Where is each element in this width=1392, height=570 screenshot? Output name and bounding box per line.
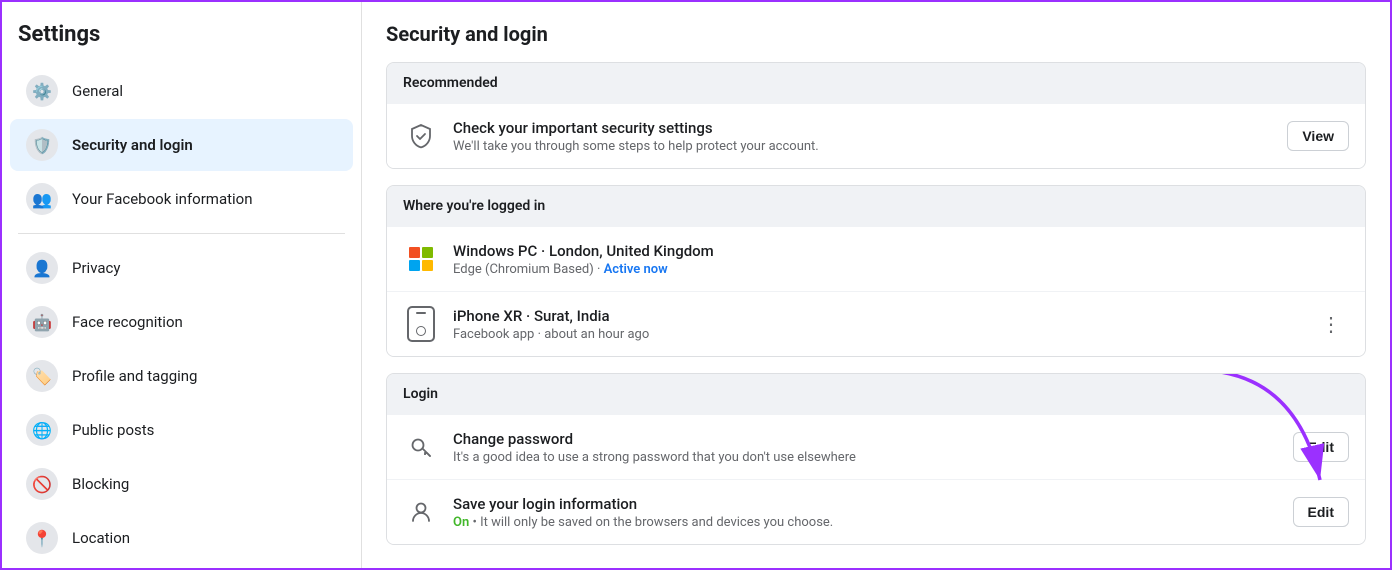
sidebar-item-language-region[interactable]: Aa Language and region [10, 566, 353, 568]
check-security-content: Check your important security settings W… [453, 119, 1273, 154]
change-password-subtitle: It's a good idea to use a strong passwor… [453, 450, 1279, 465]
sidebar-item-general[interactable]: ⚙️ General [10, 65, 353, 117]
sidebar-title: Settings [2, 14, 361, 63]
sidebar-item-label: General [72, 82, 123, 100]
sidebar-item-label: Face recognition [72, 313, 183, 331]
sidebar-item-label: Public posts [72, 421, 154, 439]
sidebar-item-label: Privacy [72, 259, 120, 277]
change-password-title: Change password [453, 430, 1279, 448]
sidebar-divider [18, 233, 345, 234]
windows-pc-subtitle: Edge (Chromium Based) · Active now [453, 262, 1349, 277]
iphone-xr-row: iPhone XR · Surat, India Facebook app · … [387, 291, 1365, 356]
logged-in-section: Where you're logged in Windows PC · Lond… [386, 185, 1366, 357]
more-options-button[interactable]: ⋮ [1313, 308, 1349, 340]
save-login-content: Save your login information On • It will… [453, 495, 1279, 530]
windows-pc-row: Windows PC · London, United Kingdom Edge… [387, 226, 1365, 291]
active-now-label: Active now [604, 262, 668, 277]
recommended-header: Recommended [387, 63, 1365, 103]
sidebar-item-label: Blocking [72, 475, 129, 493]
sidebar-item-profile-tagging[interactable]: 🏷️ Profile and tagging [10, 350, 353, 402]
iphone-icon [403, 306, 439, 342]
sidebar-item-label: Security and login [72, 136, 193, 154]
tag-icon: 🏷️ [26, 360, 58, 392]
sidebar-item-facebook-info[interactable]: 👥 Your Facebook information [10, 173, 353, 225]
edge-label: Edge (Chromium Based) · [453, 262, 604, 277]
change-password-content: Change password It's a good idea to use … [453, 430, 1279, 465]
face-icon: 🤖 [26, 306, 58, 338]
shield-check-icon [403, 118, 439, 154]
sidebar: Settings ⚙️ General 🛡️ Security and logi… [2, 2, 362, 568]
check-security-row: Check your important security settings W… [387, 103, 1365, 168]
windows-pc-content: Windows PC · London, United Kingdom Edge… [453, 242, 1349, 277]
save-login-subtitle: On • It will only be saved on the browse… [453, 515, 1279, 530]
save-login-row: Save your login information On • It will… [387, 479, 1365, 544]
sidebar-item-blocking[interactable]: 🚫 Blocking [10, 458, 353, 510]
key-icon [403, 429, 439, 465]
sidebar-item-location[interactable]: 📍 Location [10, 512, 353, 564]
sidebar-item-label: Your Facebook information [72, 190, 253, 208]
person-key-icon [403, 494, 439, 530]
change-password-edit-button[interactable]: Edit [1293, 432, 1349, 462]
sidebar-item-security-login[interactable]: 🛡️ Security and login [10, 119, 353, 171]
sidebar-item-privacy[interactable]: 👤 Privacy [10, 242, 353, 294]
view-button[interactable]: View [1287, 121, 1349, 151]
iphone-xr-title: iPhone XR · Surat, India [453, 307, 1299, 325]
login-section: Login Change password It's a good idea t… [386, 373, 1366, 545]
change-password-row: Change password It's a good idea to use … [387, 414, 1365, 479]
on-label: On [453, 515, 469, 530]
sidebar-item-public-posts[interactable]: 🌐 Public posts [10, 404, 353, 456]
windows-pc-title: Windows PC · London, United Kingdom [453, 242, 1349, 260]
recommended-section: Recommended Check your important securit… [386, 62, 1366, 169]
iphone-xr-content: iPhone XR · Surat, India Facebook app · … [453, 307, 1299, 342]
save-login-title: Save your login information [453, 495, 1279, 513]
sidebar-item-face-recognition[interactable]: 🤖 Face recognition [10, 296, 353, 348]
login-header: Login [387, 374, 1365, 414]
privacy-icon: 👤 [26, 252, 58, 284]
windows-icon [403, 241, 439, 277]
block-icon: 🚫 [26, 468, 58, 500]
sidebar-item-label: Profile and tagging [72, 367, 197, 385]
save-login-edit-button[interactable]: Edit [1293, 497, 1349, 527]
check-security-title: Check your important security settings [453, 119, 1273, 137]
iphone-xr-subtitle: Facebook app · about an hour ago [453, 327, 1299, 342]
logged-in-header: Where you're logged in [387, 186, 1365, 226]
sidebar-item-label: Location [72, 529, 130, 547]
gear-icon: ⚙️ [26, 75, 58, 107]
page-title: Security and login [386, 22, 1366, 46]
people-icon: 👥 [26, 183, 58, 215]
save-login-description: • It will only be saved on the browsers … [469, 515, 833, 530]
shield-icon: 🛡️ [26, 129, 58, 161]
location-icon: 📍 [26, 522, 58, 554]
check-security-subtitle: We'll take you through some steps to hel… [453, 139, 1273, 154]
globe-icon: 🌐 [26, 414, 58, 446]
main-content: Security and login Recommended Check you… [362, 2, 1390, 568]
